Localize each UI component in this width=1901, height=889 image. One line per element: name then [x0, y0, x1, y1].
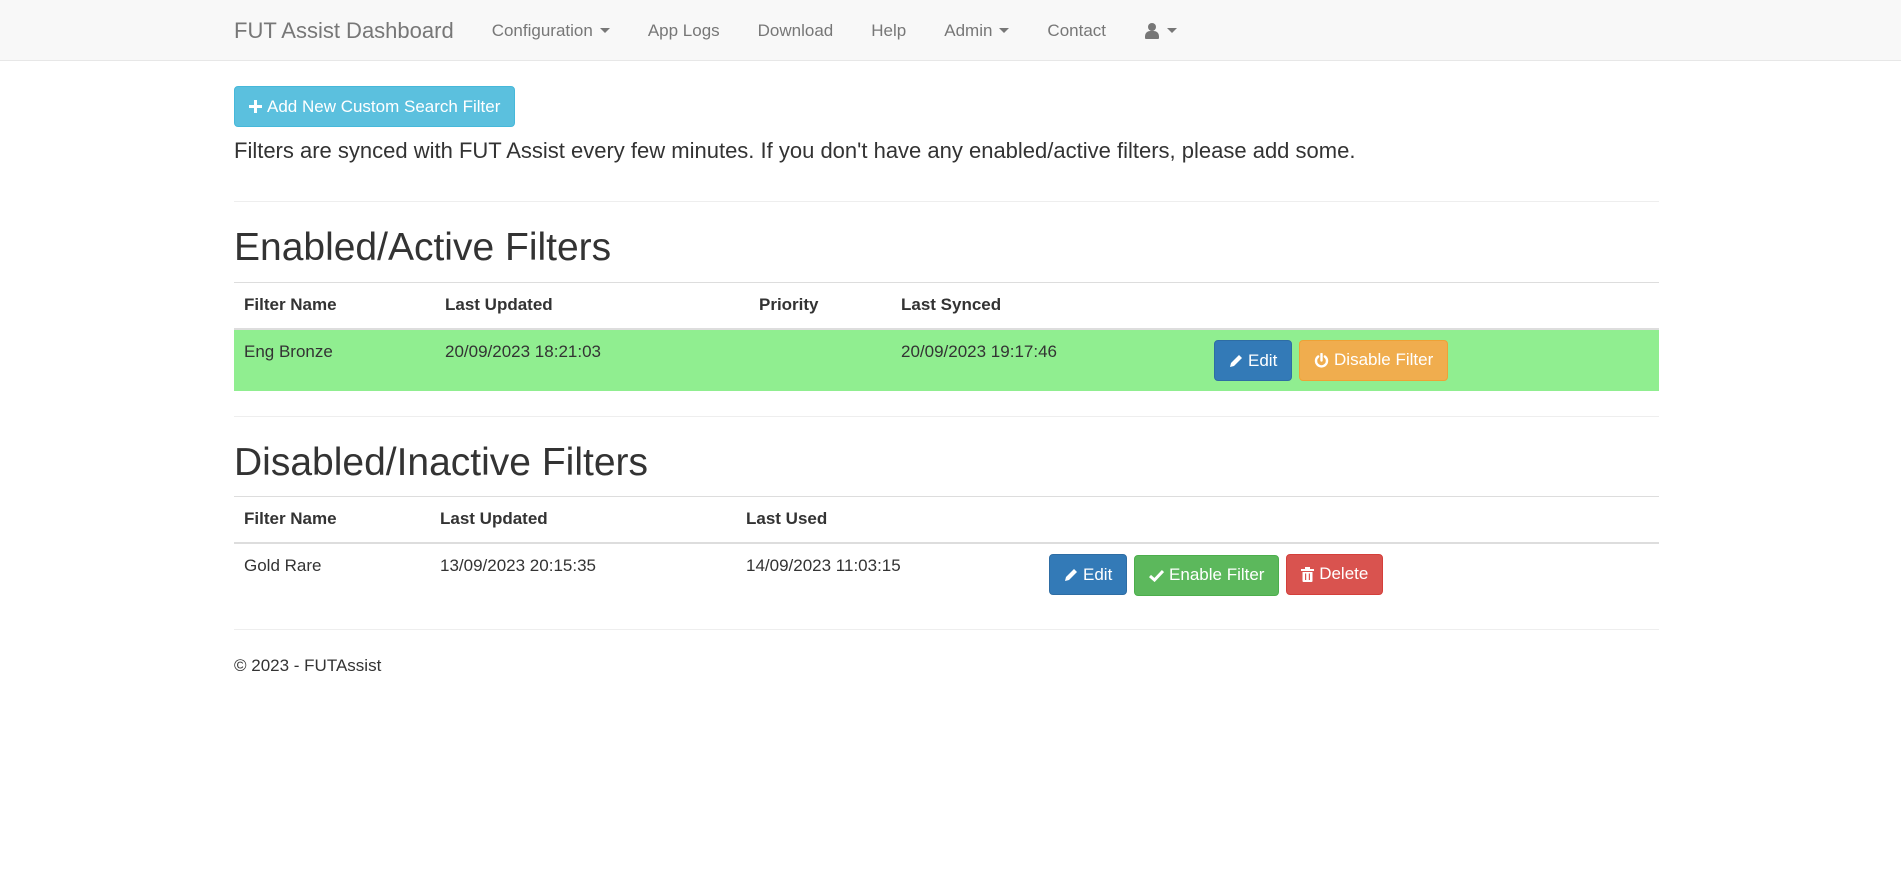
col-actions — [1204, 282, 1659, 330]
caret-down-icon — [999, 28, 1010, 33]
nav-admin-label: Admin — [944, 20, 993, 40]
filter-name: Gold Rare — [234, 542, 430, 605]
power-icon — [1314, 352, 1329, 368]
pencil-icon — [1229, 354, 1243, 368]
nav-configuration-label: Configuration — [491, 20, 593, 40]
brand-link[interactable]: FUT Assist Dashboard — [234, 18, 454, 44]
user-menu[interactable] — [1144, 22, 1178, 39]
divider — [234, 629, 1659, 630]
edit-label: Edit — [1083, 564, 1113, 584]
nav-help[interactable]: Help — [871, 21, 906, 41]
delete-button[interactable]: Delete — [1286, 553, 1384, 595]
intro-text: Filters are synced with FUT Assist every… — [234, 138, 1356, 163]
caret-down-icon — [1167, 28, 1178, 33]
nav-download-label: Download — [757, 20, 834, 40]
col-actions — [1039, 496, 1659, 544]
edit-label: Edit — [1248, 350, 1278, 370]
divider — [234, 201, 1659, 202]
add-filter-button[interactable]: Add New Custom Search Filter — [234, 86, 516, 127]
last-updated: 20/09/2023 18:21:03 — [435, 328, 749, 391]
nav-contact-label: Contact — [1047, 20, 1107, 40]
edit-button[interactable]: Edit — [1214, 340, 1293, 381]
col-last-used: Last Used — [736, 496, 1039, 544]
table-row: Gold Rare 13/09/2023 20:15:35 14/09/2023… — [234, 542, 1659, 605]
check-icon — [1149, 569, 1165, 582]
nav-admin[interactable]: Admin — [944, 20, 1010, 41]
last-synced: 20/09/2023 19:17:46 — [891, 328, 1204, 391]
top-navbar: FUT Assist Dashboard Configuration App L… — [0, 0, 1901, 61]
disable-filter-label: Disable Filter — [1334, 350, 1434, 369]
caret-down-icon — [599, 28, 610, 33]
user-icon — [1144, 22, 1160, 39]
nav-help-label: Help — [871, 20, 907, 40]
disable-filter-button[interactable]: Disable Filter — [1299, 339, 1449, 381]
col-last-updated: Last Updated — [435, 282, 749, 330]
enable-filter-label: Enable Filter — [1169, 565, 1265, 584]
col-last-synced: Last Synced — [891, 282, 1204, 330]
footer: © 2023 - FUTAssist — [234, 656, 381, 676]
active-filters-heading: Enabled/Active Filters — [234, 226, 612, 269]
active-filters-table: Filter Name Last Updated Priority Last S… — [234, 282, 1659, 391]
enable-filter-button[interactable]: Enable Filter — [1134, 554, 1280, 596]
last-updated: 13/09/2023 20:15:35 — [430, 542, 736, 605]
delete-label: Delete — [1319, 564, 1369, 583]
nav-download[interactable]: Download — [758, 21, 834, 41]
col-filter-name: Filter Name — [234, 496, 430, 544]
last-used: 14/09/2023 11:03:15 — [736, 542, 1039, 605]
trash-icon — [1301, 566, 1315, 582]
col-priority: Priority — [749, 282, 891, 330]
nav-app-logs-label: App Logs — [647, 20, 720, 40]
nav-app-logs[interactable]: App Logs — [648, 21, 720, 41]
divider — [234, 416, 1659, 417]
pencil-icon — [1064, 568, 1078, 582]
table-header-row: Filter Name Last Updated Last Used — [234, 496, 1659, 544]
filter-name: Eng Bronze — [234, 328, 435, 391]
table-row: Eng Bronze 20/09/2023 18:21:03 20/09/202… — [234, 328, 1659, 391]
row-actions: Edit Enable Filter Delete — [1039, 542, 1659, 605]
navbar-inner: FUT Assist Dashboard Configuration App L… — [234, 0, 1215, 61]
nav-configuration[interactable]: Configuration — [492, 21, 610, 41]
col-filter-name: Filter Name — [234, 282, 435, 330]
row-actions: Edit Disable Filter — [1204, 328, 1659, 391]
add-filter-label: Add New Custom Search Filter — [267, 96, 501, 116]
inactive-filters-table: Filter Name Last Updated Last Used Gold … — [234, 496, 1659, 605]
priority — [749, 328, 891, 391]
nav-contact[interactable]: Contact — [1047, 21, 1106, 41]
col-last-updated: Last Updated — [430, 496, 736, 544]
plus-icon — [249, 100, 262, 113]
table-header-row: Filter Name Last Updated Priority Last S… — [234, 282, 1659, 330]
copyright-text: © 2023 - FUTAssist — [234, 656, 382, 675]
inactive-filters-heading: Disabled/Inactive Filters — [234, 441, 648, 484]
edit-button[interactable]: Edit — [1049, 554, 1128, 595]
